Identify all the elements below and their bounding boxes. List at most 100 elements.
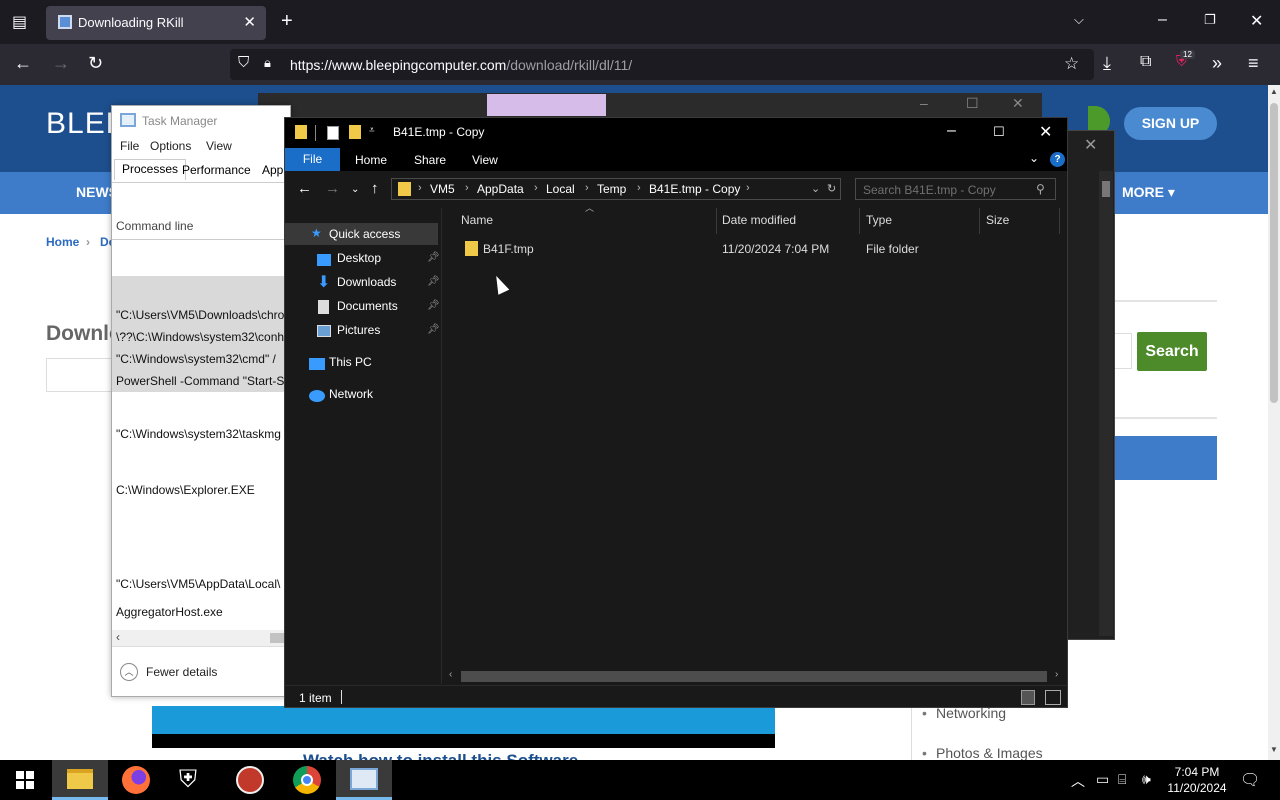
taskbar-chrome[interactable]	[279, 760, 335, 800]
chevron-right-icon[interactable]: ›	[637, 182, 641, 194]
reload-icon[interactable]: ↻	[88, 53, 103, 74]
tm-process-line[interactable]: \??\C:\Windows\system32\conh	[116, 330, 284, 344]
back-icon[interactable]: ←	[14, 53, 32, 74]
help-icon[interactable]: ?	[1050, 152, 1065, 167]
back-icon[interactable]: ←	[297, 180, 312, 197]
address-bar[interactable]: › VM5 › AppData › Local › Temp › B41E.tm…	[391, 178, 841, 200]
ribbon-share-tab[interactable]: Share	[414, 153, 446, 167]
ribbon-home-tab[interactable]: Home	[355, 153, 387, 167]
minimize-icon[interactable]: –	[1158, 11, 1167, 29]
up-icon[interactable]: ↑	[371, 180, 379, 197]
close-window-icon[interactable]: ✕	[1250, 11, 1263, 31]
site-input[interactable]	[46, 358, 116, 392]
url-bar[interactable]: ⛉ 🔒︎ https://www.bleepingcomputer.com/do…	[230, 49, 1094, 80]
nav-pictures[interactable]: Pictures	[337, 323, 380, 337]
taskbar-firefox[interactable]	[108, 760, 164, 800]
ribbon-view-tab[interactable]: View	[472, 153, 498, 167]
tm-column-command-line[interactable]: Command line	[116, 219, 193, 233]
background-tab[interactable]	[487, 94, 606, 116]
nav-more[interactable]: MORE ▾	[1122, 184, 1175, 201]
bg-scroll-thumb[interactable]	[1102, 181, 1110, 197]
taskbar-security[interactable]: ⛨	[165, 760, 221, 800]
bookmark-star-icon[interactable]: ☆	[1064, 54, 1079, 74]
tm-tab-processes[interactable]: Processes	[114, 159, 187, 180]
overflow-menu-icon[interactable]: »	[1212, 53, 1222, 74]
pin-icon[interactable]: 📌︎	[427, 324, 440, 335]
nav-quick-access-label[interactable]: Quick access	[329, 227, 400, 241]
bg-close-icon[interactable]: ✕	[1012, 95, 1024, 112]
chevron-right-icon[interactable]: ›	[746, 182, 750, 194]
tm-process-line[interactable]: "C:\Windows\system32\taskmg	[116, 427, 281, 441]
tm-menu-options[interactable]: Options	[150, 139, 191, 153]
ribbon-file-tab[interactable]: File	[285, 148, 340, 171]
signup-button[interactable]: SIGN UP	[1124, 107, 1217, 140]
breadcrumb-vm5[interactable]: VM5	[430, 182, 455, 196]
lock-icon[interactable]: 🔒︎	[264, 55, 271, 71]
chevron-right-icon[interactable]: ›	[418, 182, 422, 194]
tm-tab-app-history[interactable]: App	[262, 163, 283, 177]
nav-this-pc[interactable]: This PC	[329, 355, 372, 369]
explorer-close-icon[interactable]: ✕	[1039, 122, 1052, 142]
bg-scrollbar[interactable]	[1099, 171, 1113, 636]
file-row-name[interactable]: B41F.tmp	[483, 242, 534, 256]
breadcrumb-current[interactable]: B41E.tmp - Copy	[649, 182, 740, 196]
notifications-icon[interactable]: 🗨︎	[1240, 770, 1260, 790]
breadcrumb-home[interactable]: Home	[46, 235, 79, 249]
pin-icon[interactable]: 📌︎	[427, 276, 440, 287]
bg-minimize-icon[interactable]: –	[920, 95, 928, 111]
app-menu-icon[interactable]: ≡	[1248, 53, 1259, 74]
nav-downloads[interactable]: Downloads	[337, 275, 396, 289]
fewer-details-button[interactable]: Fewer details	[146, 665, 217, 679]
browser-tab[interactable]: Downloading RKill ✕	[46, 6, 266, 40]
scroll-left-icon[interactable]: ‹	[449, 669, 452, 680]
explorer-minimize-icon[interactable]: –	[947, 122, 956, 140]
device-icon[interactable]: ▭	[1096, 771, 1109, 788]
refresh-icon[interactable]: ↻	[827, 182, 836, 195]
pin-icon[interactable]: 📌︎	[427, 300, 440, 311]
breadcrumb-local[interactable]: Local	[546, 182, 575, 196]
forward-icon[interactable]: →	[325, 180, 340, 197]
search-button[interactable]: Search	[1137, 332, 1207, 371]
start-button[interactable]	[0, 760, 56, 800]
explorer-maximize-icon[interactable]: ☐	[993, 124, 1005, 140]
shield-icon[interactable]: ⛉	[238, 54, 249, 71]
column-size[interactable]: Size	[986, 213, 1009, 227]
chevron-right-icon[interactable]: ›	[585, 182, 589, 194]
scroll-up-icon[interactable]: ▲	[1270, 87, 1278, 96]
explorer-scroll-thumb[interactable]	[461, 671, 1047, 682]
large-icons-view-icon[interactable]	[1045, 690, 1061, 705]
customize-toolbar-icon[interactable]: ⩡	[369, 125, 375, 136]
tm-process-line[interactable]: "C:\Windows\system32\cmd" /	[116, 352, 276, 366]
divider[interactable]	[716, 208, 717, 234]
column-type[interactable]: Type	[866, 213, 892, 227]
volume-icon[interactable]: 🕪︎	[1142, 771, 1151, 788]
tm-process-line[interactable]: AggregatorHost.exe	[116, 605, 223, 619]
restore-icon[interactable]: ❐	[1204, 12, 1216, 28]
nav-network[interactable]: Network	[329, 387, 373, 401]
show-hidden-icons-icon[interactable]: ︿	[1071, 771, 1085, 791]
sidebar-item-photos[interactable]: Photos & Images	[922, 745, 1043, 761]
folder-icon[interactable]	[465, 241, 478, 256]
download-banner[interactable]	[152, 706, 775, 734]
url-text[interactable]: https://www.bleepingcomputer.com/downloa…	[290, 57, 632, 73]
divider[interactable]	[1059, 208, 1060, 234]
page-scroll-thumb[interactable]	[1270, 103, 1278, 403]
tm-process-line[interactable]: "C:\Users\VM5\Downloads\chro	[116, 308, 284, 322]
chevron-right-icon[interactable]: ›	[534, 182, 538, 194]
explorer-horizontal-scrollbar[interactable]: ‹ ›	[443, 668, 1067, 685]
breadcrumb-appdata[interactable]: AppData	[477, 182, 524, 196]
tm-process-line[interactable]: "C:\Users\VM5\AppData\Local\	[116, 577, 280, 591]
expand-ribbon-icon[interactable]: ⌄	[1029, 151, 1039, 165]
close-tab-icon[interactable]: ✕	[243, 13, 256, 31]
network-tray-icon[interactable]: ⌸	[1118, 771, 1126, 788]
tm-menu-view[interactable]: View	[206, 139, 232, 153]
chevron-right-icon[interactable]: ›	[465, 182, 469, 194]
scroll-down-icon[interactable]: ▼	[1270, 745, 1278, 754]
page-scrollbar[interactable]: ▲ ▼	[1268, 85, 1280, 760]
tm-horizontal-scrollbar[interactable]: ‹	[112, 630, 290, 646]
search-input[interactable]: Search B41E.tmp - Copy ⚲	[855, 178, 1056, 200]
tm-process-line[interactable]: PowerShell -Command "Start-S	[116, 374, 284, 388]
file-row-type[interactable]: File folder	[866, 242, 919, 256]
tm-process-line[interactable]: C:\Windows\Explorer.EXE	[116, 483, 255, 497]
taskbar-task-manager[interactable]	[336, 760, 392, 800]
